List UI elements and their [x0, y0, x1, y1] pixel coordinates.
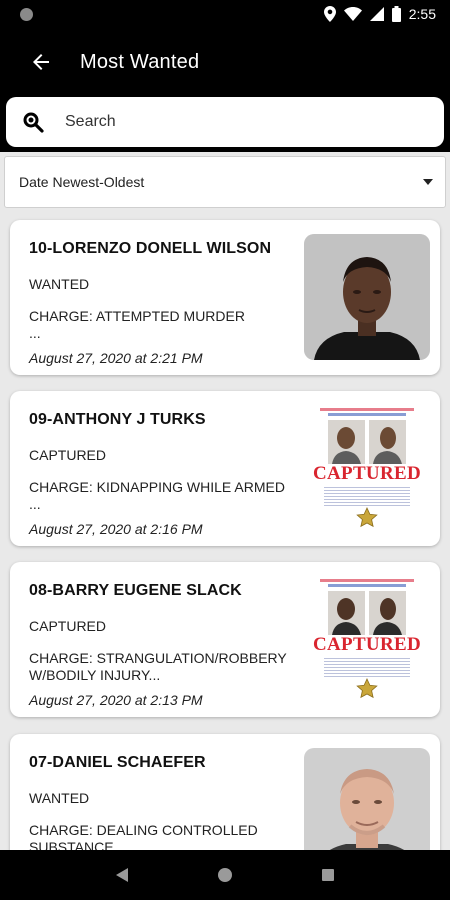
suspect-photo	[304, 748, 430, 850]
suspect-name: 08-BARRY EUGENE SLACK	[29, 582, 242, 599]
mugshot-image	[304, 748, 430, 850]
app-bar: Most Wanted	[0, 28, 450, 96]
charge-text: CHARGE: ATTEMPTED MURDER	[29, 308, 245, 324]
suspect-status: WANTED	[29, 276, 90, 292]
suspect-charge: CHARGE: ATTEMPTED MURDER ...	[29, 308, 297, 342]
captured-stamp: CAPTURED	[313, 463, 421, 484]
suspect-charge: CHARGE: STRANGULATION/ROBBERY W/BODILY I…	[29, 650, 297, 684]
search-input[interactable]	[65, 113, 405, 131]
suspect-name: 07-DANIEL SCHAEFER	[29, 754, 206, 771]
search-icon	[23, 112, 44, 133]
status-time: 2:55	[408, 6, 436, 22]
page-title: Most Wanted	[80, 50, 200, 73]
list-item[interactable]: 09-ANTHONY J TURKS CAPTURED CHARGE: KIDN…	[10, 391, 440, 546]
sort-dropdown[interactable]: Date Newest-Oldest	[4, 156, 446, 208]
suspect-photo: CAPTURED	[304, 576, 430, 702]
suspect-status: CAPTURED	[29, 447, 107, 463]
post-date: August 27, 2020 at 2:13 PM	[29, 692, 203, 708]
battery-icon	[391, 6, 401, 22]
poster-text-lines	[324, 658, 410, 678]
chevron-down-icon	[423, 179, 433, 185]
poster-front-photo	[328, 591, 365, 635]
post-date: August 27, 2020 at 2:21 PM	[29, 350, 203, 366]
signal-icon	[369, 7, 384, 21]
status-indicators: 2:55	[323, 6, 436, 22]
list-item[interactable]: 08-BARRY EUGENE SLACK CAPTURED CHARGE: S…	[10, 562, 440, 717]
wifi-icon	[343, 7, 362, 21]
poster-header-line	[320, 579, 414, 582]
arrow-left-icon	[33, 54, 49, 70]
status-bar: 2:55	[0, 0, 450, 28]
suspect-charge: CHARGE: DEALING CONTROLLED SUBSTANCE	[29, 822, 297, 850]
charge-text: CHARGE: STRANGULATION/ROBBERY W/BODILY I…	[29, 650, 287, 683]
charge-ellipsis: ...	[29, 496, 41, 512]
search-bar[interactable]	[6, 97, 444, 147]
captured-poster-image: CAPTURED	[304, 405, 430, 531]
sheriff-star-icon	[356, 678, 378, 699]
nav-home-button[interactable]	[205, 855, 245, 895]
back-button[interactable]	[12, 34, 70, 90]
nav-recents-button[interactable]	[308, 855, 348, 895]
charge-ellipsis: ...	[29, 325, 41, 341]
poster-profile-photo	[369, 591, 406, 635]
suspect-status: CAPTURED	[29, 618, 107, 634]
sort-selected-label: Date Newest-Oldest	[19, 174, 145, 190]
mugshot-image	[304, 234, 430, 360]
wanted-list[interactable]: 10-LORENZO DONELL WILSON WANTED CHARGE: …	[0, 208, 450, 850]
location-icon	[323, 6, 336, 22]
square-recents-icon	[322, 869, 335, 881]
notification-dot-icon	[20, 7, 33, 21]
list-item[interactable]: 07-DANIEL SCHAEFER WANTED CHARGE: DEALIN…	[10, 734, 440, 850]
suspect-name: 10-LORENZO DONELL WILSON	[29, 240, 272, 257]
circle-home-icon	[217, 868, 232, 882]
triangle-back-icon	[115, 868, 128, 882]
suspect-status: WANTED	[29, 790, 90, 806]
suspect-photo	[304, 234, 430, 360]
charge-text: CHARGE: DEALING CONTROLLED SUBSTANCE	[29, 822, 258, 850]
captured-stamp: CAPTURED	[313, 634, 421, 655]
sheriff-star-icon	[356, 507, 378, 528]
search-area	[0, 96, 450, 152]
charge-text: CHARGE: KIDNAPPING WHILE ARMED	[29, 479, 285, 495]
system-nav-bar	[0, 850, 450, 900]
nav-back-button[interactable]	[102, 855, 142, 895]
suspect-photo: CAPTURED	[304, 405, 430, 531]
poster-front-photo	[328, 420, 365, 464]
suspect-name: 09-ANTHONY J TURKS	[29, 411, 206, 428]
captured-poster-image: CAPTURED	[304, 576, 430, 702]
poster-text-lines	[324, 487, 410, 507]
list-item[interactable]: 10-LORENZO DONELL WILSON WANTED CHARGE: …	[10, 220, 440, 375]
poster-header-line	[328, 413, 406, 416]
poster-header-line	[320, 408, 414, 411]
poster-profile-photo	[369, 420, 406, 464]
post-date: August 27, 2020 at 2:16 PM	[29, 521, 203, 537]
poster-header-line	[328, 584, 406, 587]
suspect-charge: CHARGE: KIDNAPPING WHILE ARMED ...	[29, 479, 297, 513]
